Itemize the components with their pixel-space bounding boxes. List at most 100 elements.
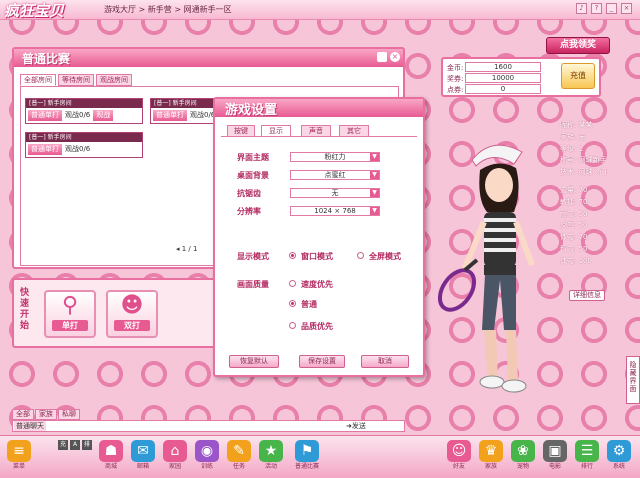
- chat-channel-select[interactable]: 普通聊天: [14, 421, 46, 431]
- help-icon[interactable]: ?: [591, 3, 602, 14]
- mail-button[interactable]: ✉ 邮箱: [130, 440, 156, 471]
- gold-value: 1600: [465, 62, 541, 72]
- stat-reaction: 反应: 50: [560, 221, 588, 230]
- minimize-icon[interactable]: _: [606, 3, 617, 14]
- chat-tabs: 全部 家族 私聊: [12, 409, 81, 420]
- shop-icon: ☗: [99, 440, 123, 462]
- cancel-button[interactable]: 取消: [361, 355, 409, 368]
- film-label: 电影: [548, 463, 561, 470]
- quality-priority-radio[interactable]: [289, 322, 296, 329]
- tab-all-rooms[interactable]: 全部房间: [20, 74, 56, 86]
- antialias-select[interactable]: 无 ▼: [290, 188, 380, 198]
- match-icon: ⚑: [295, 440, 319, 462]
- close-icon[interactable]: ×: [621, 3, 632, 14]
- chat-tab-all[interactable]: 全部: [12, 409, 34, 420]
- tab-waiting-rooms[interactable]: 等待房间: [58, 74, 94, 86]
- bottom-bar: ≡ 菜单 充 A 排 ☗ 商城 ✉ 邮箱 ⌂ 家园 ◉ 训练 ✎ 任务 ★ 活动 ⚑ 普通比赛 …: [0, 435, 640, 478]
- restore-defaults-button[interactable]: 恢复默认: [229, 355, 279, 368]
- tab-spectate-rooms[interactable]: 观战房间: [96, 74, 132, 86]
- shop-button[interactable]: ☗ 商城: [98, 440, 124, 471]
- pet-label: 宠物: [516, 463, 529, 470]
- menu-button[interactable]: ≡ 菜单: [6, 440, 32, 471]
- sound-icon[interactable]: ♪: [576, 3, 587, 14]
- quick-start-label: 快速开始: [20, 288, 30, 331]
- details-button[interactable]: 详细信息: [569, 290, 605, 301]
- doubles-label: 双打: [114, 320, 150, 331]
- chat-tab-family[interactable]: 家族: [35, 409, 57, 420]
- profile-stats: 昵称: 某某 家族: 无 等级: 1 称号: 网球新手 技术: 网球入门 力量:…: [560, 120, 615, 268]
- close-icon[interactable]: ×: [390, 52, 400, 62]
- settings-dialog: 游戏设置 按键 显示 声音 其它 界面主题 粉红力 ▼ 桌面背景 点蜜红 ▼ 抗锯齿…: [213, 97, 425, 377]
- lobby-title-bar: 普通比赛 ×: [14, 49, 403, 67]
- task-icon: ✎: [227, 440, 251, 462]
- windowed-radio[interactable]: [289, 252, 296, 259]
- resolution-select[interactable]: 1024 × 768 ▼: [290, 206, 380, 216]
- family-button[interactable]: ♛ 家族: [478, 440, 504, 471]
- stat-stamina: 体力: 70: [560, 233, 588, 242]
- coupon-label: 奖券:: [447, 75, 464, 83]
- training-label: 训练: [200, 463, 213, 470]
- stat-nickname: 昵称: 某某: [560, 121, 593, 129]
- character-avatar: [437, 144, 535, 393]
- pet-button[interactable]: ❀ 宠物: [510, 440, 536, 471]
- stat-agility: 敏捷: 70: [560, 197, 588, 206]
- spectate-badge[interactable]: 观战: [93, 109, 114, 121]
- claim-reward-button[interactable]: 点我领奖: [546, 37, 610, 54]
- recharge-button[interactable]: 充值: [561, 63, 595, 89]
- event-button[interactable]: ★ 活动: [258, 440, 284, 471]
- singles-label: 单打: [52, 320, 88, 331]
- training-button[interactable]: ◉ 训练: [194, 440, 220, 471]
- room-card[interactable]: [普一] 新手房间 普通单打观战0/6观战: [25, 98, 143, 124]
- theme-value: 粉红力: [324, 153, 346, 161]
- breadcrumb[interactable]: 游戏大厅 > 新手营 > 网通新手一区: [104, 4, 232, 15]
- stat-skill: 技术: 网球入门: [560, 168, 607, 177]
- font-mini-button[interactable]: A: [70, 440, 80, 450]
- room-spectate: 观战0/6: [65, 145, 91, 153]
- match-button[interactable]: ⚑ 普通比赛: [290, 440, 324, 471]
- stat-level: 等级: 1: [560, 144, 584, 153]
- normal-quality-label: 普通: [301, 300, 317, 309]
- friends-button[interactable]: ☺ 好友: [446, 440, 472, 471]
- doubles-button[interactable]: ☻ 双打: [106, 290, 158, 338]
- fullscreen-radio[interactable]: [357, 252, 364, 259]
- room-card[interactable]: [普一] 新手房间 普通单打 观战0/6: [25, 132, 143, 158]
- quality-label: 画面质量: [237, 280, 269, 289]
- event-icon: ★: [259, 440, 283, 462]
- rank-button[interactable]: ☰ 排行: [574, 440, 600, 471]
- task-label: 任务: [232, 463, 245, 470]
- coupon-value: 10000: [465, 73, 541, 83]
- hide-ui-tab[interactable]: 隐藏界面: [626, 356, 640, 404]
- home-button[interactable]: ⌂ 家园: [162, 440, 188, 471]
- pager[interactable]: ◂ 1 / 1: [176, 245, 197, 253]
- room-name: [普一] 新手房间: [26, 99, 142, 108]
- antialias-label: 抗锯齿: [237, 189, 261, 198]
- task-button[interactable]: ✎ 任务: [226, 440, 252, 471]
- room-spectate: 观战0/6: [65, 111, 91, 119]
- normal-quality-radio[interactable]: [289, 300, 296, 307]
- singles-button[interactable]: ⚲ 单打: [44, 290, 96, 338]
- resolution-value: 1024 × 768: [314, 207, 356, 215]
- room-name: [普一] 新手房间: [26, 133, 142, 142]
- game-logo: 疯狂宝贝: [4, 2, 65, 20]
- friends-icon: ☺: [447, 440, 471, 462]
- theme-select[interactable]: 粉红力 ▼: [290, 152, 380, 162]
- system-button[interactable]: ⚙ 系统: [606, 440, 632, 471]
- rank-mini-button[interactable]: 排: [82, 440, 92, 450]
- save-settings-button[interactable]: 保存设置: [299, 355, 345, 368]
- film-button[interactable]: ▣ 电影: [542, 440, 568, 471]
- stat-power: 力量: 70: [560, 185, 588, 194]
- points-value: 0: [465, 84, 541, 94]
- background-select[interactable]: 点蜜红 ▼: [290, 170, 380, 180]
- match-label: 普通比赛: [294, 463, 319, 470]
- speed-priority-label: 速度优先: [301, 280, 333, 289]
- theme-label: 界面主题: [237, 153, 269, 162]
- chat-tab-private[interactable]: 私聊: [58, 409, 80, 420]
- send-button[interactable]: ➜发送: [346, 421, 366, 431]
- chat-input[interactable]: 普通聊天 ➜发送: [12, 420, 405, 432]
- windowed-label: 窗口模式: [301, 252, 333, 261]
- minimize-icon[interactable]: [377, 52, 387, 62]
- speed-priority-radio[interactable]: [289, 280, 296, 287]
- event-label: 活动: [264, 463, 277, 470]
- antialias-value: 无: [331, 189, 339, 197]
- recharge-mini-button[interactable]: 充: [58, 440, 68, 450]
